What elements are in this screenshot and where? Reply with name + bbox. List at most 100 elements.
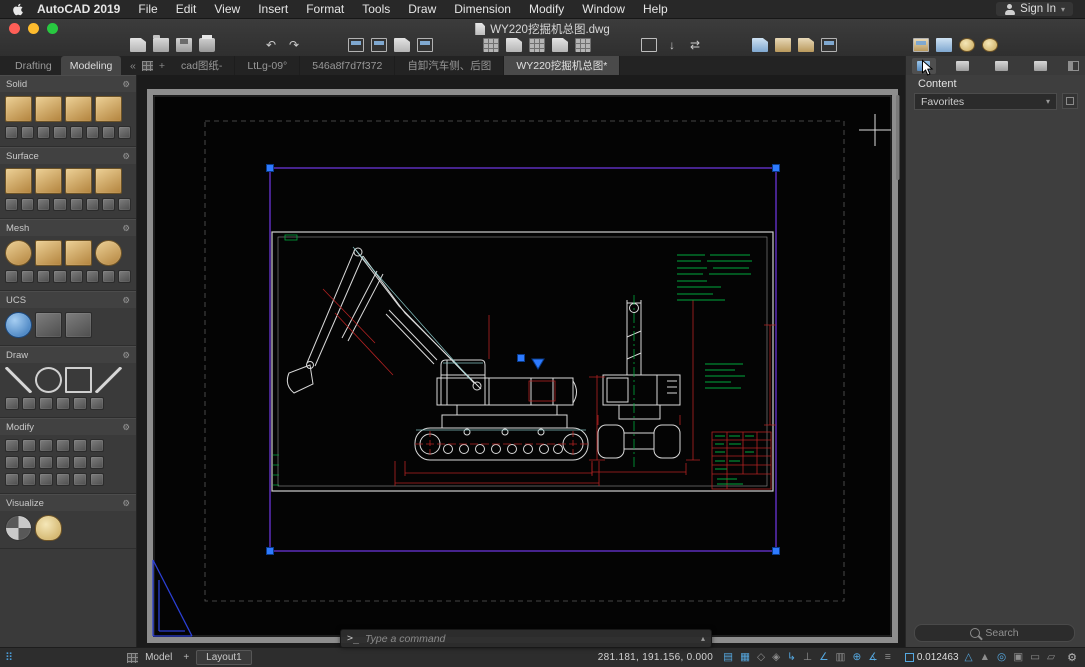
surface-network-icon[interactable] bbox=[5, 168, 32, 194]
circle-icon[interactable] bbox=[35, 367, 62, 393]
view-box-icon[interactable] bbox=[641, 38, 657, 52]
menu-file[interactable]: File bbox=[129, 2, 166, 16]
customization-gear-icon[interactable]: ⚙ bbox=[1067, 651, 1077, 664]
minimize-button[interactable] bbox=[28, 23, 39, 34]
gear-icon[interactable]: ⚙ bbox=[122, 79, 130, 90]
annotation-scale[interactable]: 0.012463 bbox=[905, 652, 959, 663]
menu-dimension[interactable]: Dimension bbox=[445, 2, 520, 16]
move-icon[interactable] bbox=[5, 439, 19, 452]
reference-icon[interactable] bbox=[575, 38, 591, 52]
hatch-icon[interactable] bbox=[39, 397, 53, 410]
palette-section-modify[interactable]: Modify⚙ bbox=[0, 418, 136, 435]
annotation-monitor-icon[interactable]: ▣ bbox=[1013, 652, 1023, 663]
menu-window[interactable]: Window bbox=[573, 2, 634, 16]
shell-icon[interactable] bbox=[102, 126, 115, 139]
explode-icon[interactable] bbox=[90, 456, 104, 469]
tab-grid-icon[interactable] bbox=[142, 61, 153, 71]
document-tab-3[interactable]: 546a8f7d7f372 bbox=[300, 56, 395, 75]
document-tab-5[interactable]: WY220挖掘机总图* bbox=[504, 56, 620, 75]
join-icon[interactable] bbox=[39, 473, 53, 486]
open-file-icon[interactable] bbox=[153, 38, 169, 52]
surface-offset-icon[interactable] bbox=[21, 198, 34, 211]
palette-section-ucs[interactable]: UCS⚙ bbox=[0, 291, 136, 308]
fillet-edge-icon[interactable] bbox=[70, 126, 83, 139]
layout-tabs-menu-icon[interactable] bbox=[127, 653, 138, 663]
spline-icon[interactable] bbox=[90, 397, 104, 410]
mesh-close-icon[interactable] bbox=[118, 270, 131, 283]
menu-draw[interactable]: Draw bbox=[399, 2, 445, 16]
ucs-rotate-icon[interactable] bbox=[35, 312, 62, 338]
model-icon[interactable]: ▤ bbox=[723, 652, 733, 663]
surface-untrim-icon[interactable] bbox=[70, 198, 83, 211]
pdf-attach-icon[interactable] bbox=[798, 38, 814, 52]
workspace-tab-modeling[interactable]: Modeling bbox=[61, 56, 122, 75]
app-grid-icon[interactable]: ⠿ bbox=[5, 651, 13, 664]
subtract-icon[interactable] bbox=[21, 126, 34, 139]
coordinates-display[interactable]: 281.181, 191.156, 0.000 bbox=[588, 652, 723, 663]
quick-properties-icon[interactable]: ▱ bbox=[1047, 652, 1055, 663]
menu-format[interactable]: Format bbox=[297, 2, 353, 16]
workspace-tab-drafting[interactable]: Drafting bbox=[6, 56, 61, 75]
otrack-icon[interactable]: ∡ bbox=[868, 652, 877, 663]
world-icon[interactable] bbox=[5, 312, 32, 338]
gear-icon[interactable]: ⚙ bbox=[122, 295, 130, 306]
snap-icon[interactable]: ◇ bbox=[757, 652, 765, 663]
mesh-cone-icon[interactable] bbox=[65, 240, 92, 266]
donut-icon[interactable] bbox=[73, 397, 87, 410]
palette-section-surface[interactable]: Surface⚙ bbox=[0, 147, 136, 164]
palette-section-mesh[interactable]: Mesh⚙ bbox=[0, 219, 136, 236]
polysolid-icon[interactable] bbox=[65, 96, 92, 122]
workspace-icon[interactable]: ◎ bbox=[997, 652, 1006, 663]
smooth-less-icon[interactable] bbox=[21, 270, 34, 283]
point-icon[interactable] bbox=[56, 397, 70, 410]
ucs-3point-icon[interactable] bbox=[65, 312, 92, 338]
dynamic-input-icon[interactable]: ↳ bbox=[787, 652, 796, 663]
slice-icon[interactable] bbox=[53, 126, 66, 139]
surface-trim-icon[interactable] bbox=[53, 198, 66, 211]
document-tab-1[interactable]: cad图纸- bbox=[169, 56, 235, 75]
command-expand-icon[interactable]: ▴ bbox=[695, 634, 711, 643]
copy-icon[interactable] bbox=[73, 473, 87, 486]
tool-palettes-panel-tab[interactable] bbox=[951, 58, 975, 74]
gear-icon[interactable]: ⚙ bbox=[122, 223, 130, 234]
materials-browser-icon[interactable] bbox=[936, 38, 952, 52]
gear-icon[interactable]: ⚙ bbox=[122, 498, 130, 509]
menu-view[interactable]: View bbox=[205, 2, 249, 16]
favorites-dropdown[interactable]: Favorites ▾ bbox=[914, 93, 1057, 110]
tabs-overflow-icon[interactable]: « bbox=[130, 60, 136, 72]
arc-icon[interactable] bbox=[5, 397, 19, 410]
fillet-icon[interactable] bbox=[39, 456, 53, 469]
chamfer-icon[interactable] bbox=[56, 456, 70, 469]
cylinder-icon[interactable] bbox=[35, 96, 62, 122]
annotation-visibility-icon[interactable]: △ bbox=[965, 652, 973, 663]
mesh-refine-icon[interactable] bbox=[37, 270, 50, 283]
gear-icon[interactable]: ⚙ bbox=[122, 422, 130, 433]
xref-icon[interactable] bbox=[752, 38, 768, 52]
mesh-sphere-icon[interactable] bbox=[5, 240, 32, 266]
document-tab-2[interactable]: LtLg-09° bbox=[235, 56, 300, 75]
break-icon[interactable] bbox=[22, 473, 36, 486]
grid-icon[interactable]: ▦ bbox=[740, 652, 750, 663]
trim-icon[interactable] bbox=[5, 456, 19, 469]
layout-icon[interactable] bbox=[348, 38, 364, 52]
surface-extract-icon[interactable] bbox=[118, 198, 131, 211]
union-icon[interactable] bbox=[5, 126, 18, 139]
close-button[interactable] bbox=[9, 23, 20, 34]
plot-preview-icon[interactable] bbox=[417, 38, 433, 52]
grid-view-tab[interactable] bbox=[1029, 58, 1053, 74]
layout1-tab[interactable]: Layout1 bbox=[196, 650, 252, 665]
surface-extend-icon[interactable] bbox=[86, 198, 99, 211]
lights-icon[interactable] bbox=[35, 515, 62, 541]
offset-icon[interactable] bbox=[90, 439, 104, 452]
new-drawing-tab-button[interactable]: + bbox=[159, 60, 165, 72]
menu-modify[interactable]: Modify bbox=[520, 2, 573, 16]
surface-fillet-icon[interactable] bbox=[37, 198, 50, 211]
light-icon[interactable] bbox=[959, 38, 975, 52]
mesh-torus-icon[interactable] bbox=[95, 240, 122, 266]
export-icon[interactable]: ⇄ bbox=[687, 38, 703, 52]
ellipse-icon[interactable] bbox=[22, 397, 36, 410]
array-icon[interactable] bbox=[73, 439, 87, 452]
mirror-icon[interactable] bbox=[56, 439, 70, 452]
model-tab[interactable]: Model bbox=[138, 652, 179, 663]
save-icon[interactable] bbox=[176, 38, 192, 52]
